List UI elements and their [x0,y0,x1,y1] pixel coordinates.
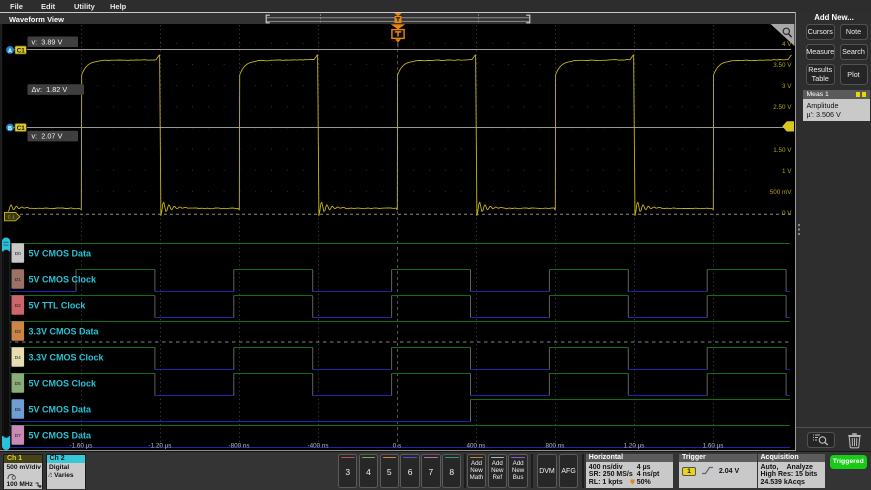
svg-text:5V CMOS Data: 5V CMOS Data [29,430,93,440]
svg-text:5V CMOS Clock: 5V CMOS Clock [29,274,98,284]
svg-text:2.50 V: 2.50 V [773,104,792,111]
svg-text:B: B [8,126,12,132]
svg-text:D4: D4 [15,355,21,361]
svg-text:800 ns: 800 ns [546,443,565,450]
svg-text:C1: C1 [17,125,25,132]
svg-text:-1.60 µs: -1.60 µs [70,443,93,450]
svg-text:3.3V CMOS Data: 3.3V CMOS Data [29,326,100,336]
svg-text:1.50 V: 1.50 V [773,147,792,154]
svg-text:C1: C1 [17,47,25,54]
svg-text:-400 ns: -400 ns [307,443,328,450]
svg-text:D2: D2 [15,303,21,309]
svg-text:5V CMOS Data: 5V CMOS Data [29,248,93,258]
svg-text:v: 3.89 V: v: 3.89 V [32,37,63,46]
svg-text:500 mV: 500 mV [770,189,793,196]
svg-text:-800 ns: -800 ns [228,443,249,450]
svg-text:A: A [8,48,12,54]
svg-text:D6: D6 [15,407,21,413]
svg-text:C 1: C 1 [8,215,15,220]
svg-text:Δv: 1.82 V: Δv: 1.82 V [32,85,68,94]
svg-text:0 V: 0 V [782,210,792,217]
svg-text:3 V: 3 V [782,83,792,90]
svg-text:-1.20 µs: -1.20 µs [149,443,172,450]
svg-text:D3: D3 [15,329,21,335]
svg-text:3.50 V: 3.50 V [773,62,792,69]
svg-text:D1: D1 [15,277,21,283]
svg-text:1 V: 1 V [782,168,792,175]
svg-text:5V CMOS Data: 5V CMOS Data [29,404,93,414]
svg-text:5V CMOS Clock: 5V CMOS Clock [29,378,98,388]
svg-text:1.60 µs: 1.60 µs [703,443,724,450]
svg-text:5V TTL Clock: 5V TTL Clock [29,300,87,310]
svg-text:3.3V CMOS Clock: 3.3V CMOS Clock [29,352,105,362]
svg-text:1.20 µs: 1.20 µs [624,443,645,450]
svg-text:D0: D0 [15,251,21,257]
svg-text:400 ns: 400 ns [467,443,486,450]
svg-text:D5: D5 [15,381,21,387]
svg-text:0 s: 0 s [393,443,401,450]
svg-text:D7: D7 [15,433,21,439]
svg-text:v: 2.07 V: v: 2.07 V [32,132,63,141]
